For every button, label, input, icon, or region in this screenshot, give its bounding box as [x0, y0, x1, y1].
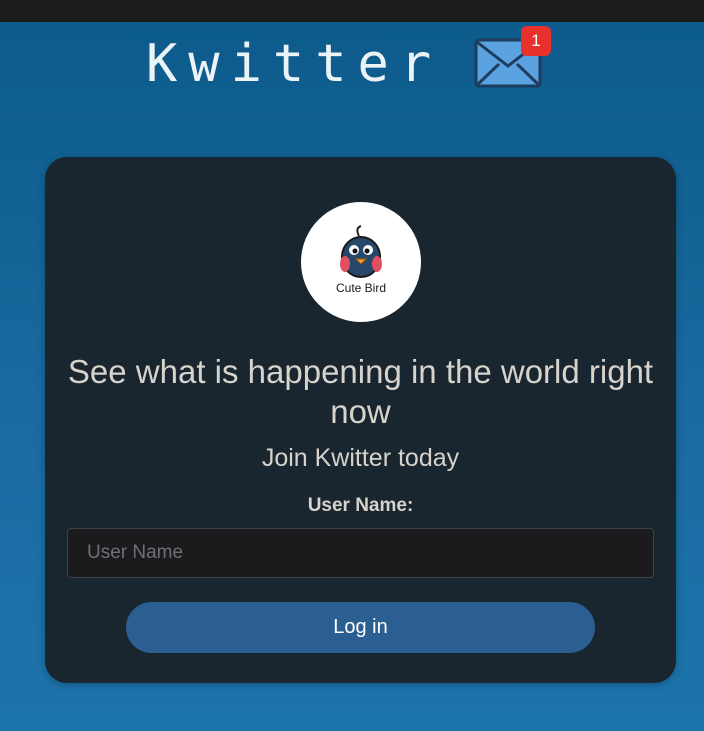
username-input[interactable]: [67, 528, 654, 578]
notification-badge: 1: [521, 26, 551, 56]
top-bar: [0, 0, 704, 22]
bird-icon: [340, 225, 382, 278]
subheadline: Join Kwitter today: [261, 444, 460, 472]
login-button[interactable]: Log in: [126, 602, 595, 653]
login-card: Cute Bird See what is happening in the w…: [45, 157, 676, 683]
logo-text: Cute Bird: [335, 281, 387, 295]
username-label: User Name:: [307, 495, 414, 516]
notifications-button[interactable]: 1: [473, 26, 555, 90]
headline: See what is happening in the world right…: [67, 353, 654, 430]
logo: Cute Bird: [301, 202, 421, 322]
app-title: Kwitter: [146, 34, 443, 94]
